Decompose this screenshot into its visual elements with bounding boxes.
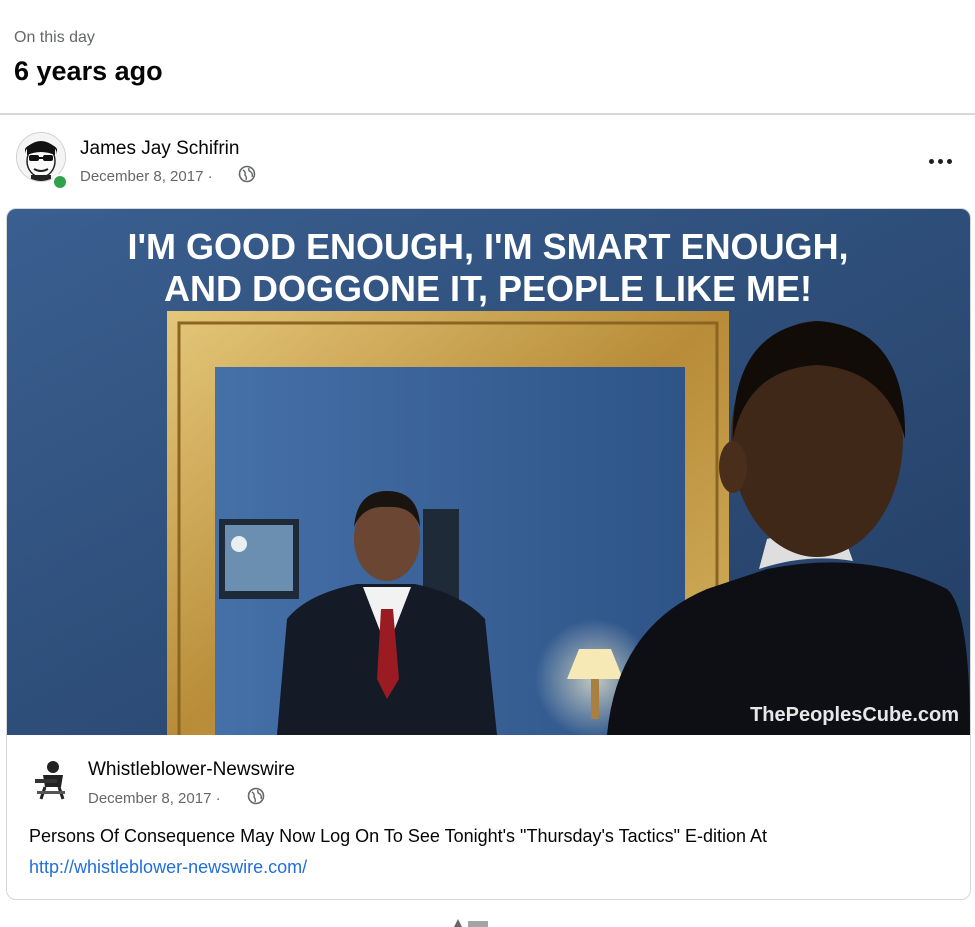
- meme-image[interactable]: I'M GOOD ENOUGH, I'M SMART ENOUGH, AND D…: [7, 209, 970, 735]
- meme-headline-line2: AND DOGGONE IT, PEOPLE LIKE ME!: [164, 268, 812, 309]
- page-avatar[interactable]: [29, 757, 73, 801]
- shared-post-text: Persons Of Consequence May Now Log On To…: [29, 826, 768, 846]
- post-date[interactable]: December 8, 2017 ·: [80, 168, 213, 185]
- shared-post-card[interactable]: I'M GOOD ENOUGH, I'M SMART ENOUGH, AND D…: [6, 208, 971, 900]
- author-name[interactable]: James Jay Schifrin: [80, 138, 239, 160]
- shared-post-link[interactable]: http://whistleblower-newswire.com/: [29, 857, 307, 878]
- shared-post-date[interactable]: December 8, 2017 ·: [88, 790, 221, 807]
- meme-headline-line1: I'M GOOD ENOUGH, I'M SMART ENOUGH,: [127, 226, 848, 267]
- memory-years-ago: 6 years ago: [14, 56, 163, 86]
- globe-icon: [247, 787, 265, 805]
- shared-page-name[interactable]: Whistleblower-Newswire: [88, 759, 295, 781]
- meme-watermark: ThePeoplesCube.com: [750, 704, 959, 726]
- memory-header: On this day 6 years ago: [0, 0, 975, 114]
- online-status-icon: [52, 174, 68, 190]
- more-options-button[interactable]: [920, 146, 960, 176]
- memory-label: On this day: [14, 29, 95, 46]
- more-options-icon: [928, 158, 934, 164]
- globe-icon: [238, 165, 256, 183]
- divider: [0, 113, 975, 115]
- share-icon[interactable]: [452, 915, 492, 927]
